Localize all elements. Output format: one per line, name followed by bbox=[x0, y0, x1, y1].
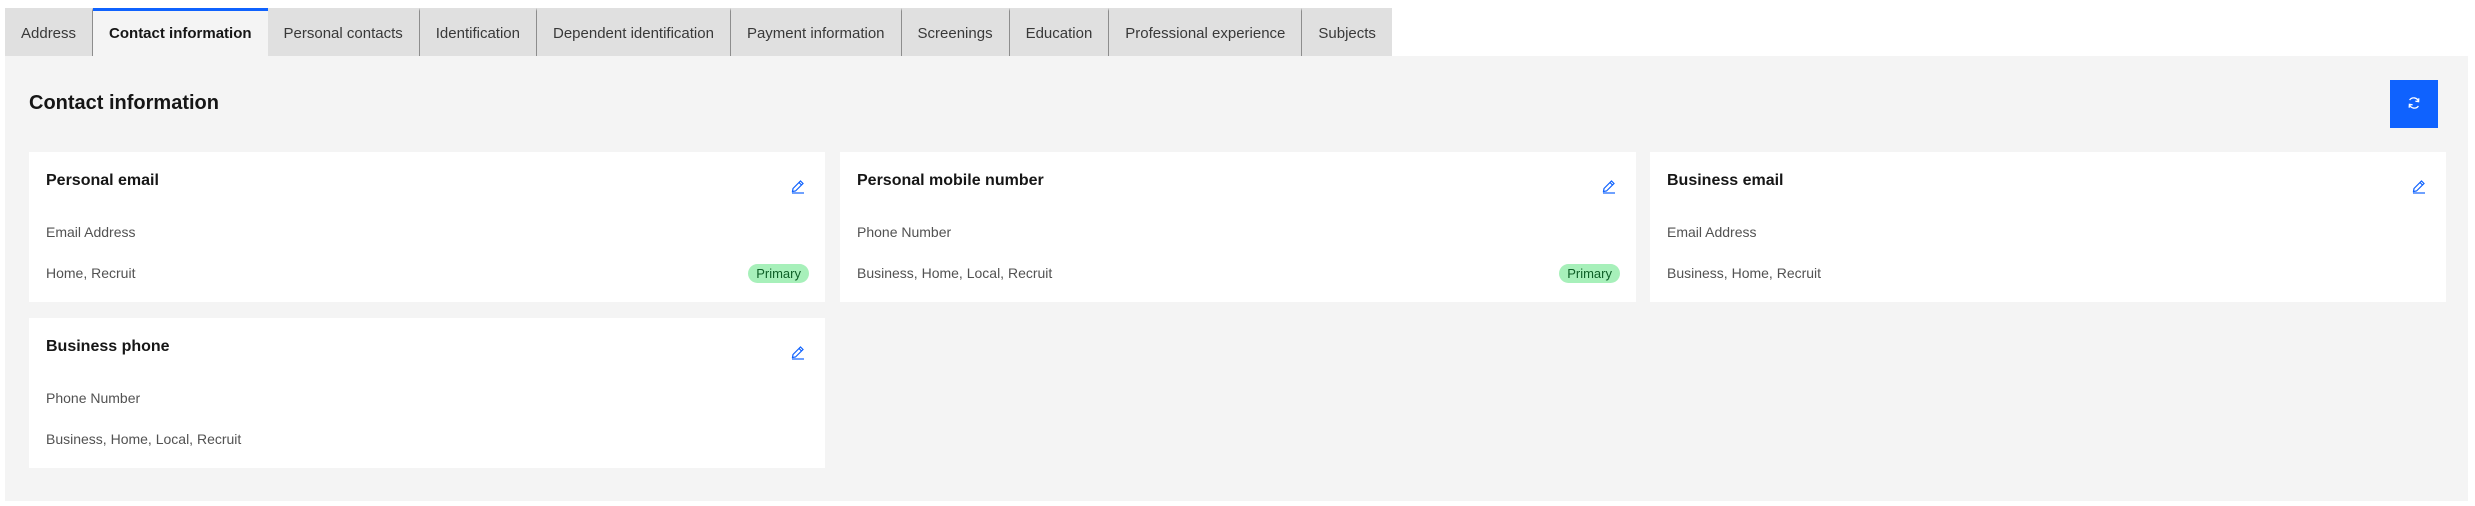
contact-type: Phone Number bbox=[46, 390, 141, 406]
card-title: Business email bbox=[1667, 172, 1784, 189]
contact-usage-tags: Home, Recruit bbox=[46, 265, 136, 281]
primary-badge: Primary bbox=[748, 264, 809, 283]
edit-button[interactable] bbox=[785, 174, 811, 200]
edit-button[interactable] bbox=[1596, 174, 1622, 200]
contact-usage-tags: Business, Home, Local, Recruit bbox=[46, 431, 242, 447]
panel-title: Contact information bbox=[29, 92, 219, 114]
card-title: Business phone bbox=[46, 338, 170, 355]
contact-card-business-phone: Business phone Phone Number Business, Ho… bbox=[29, 318, 825, 468]
primary-badge: Primary bbox=[1559, 264, 1620, 283]
edit-icon bbox=[790, 178, 806, 197]
tab-personal-contacts[interactable]: Personal contacts bbox=[267, 8, 420, 56]
tab-subjects[interactable]: Subjects bbox=[1302, 8, 1392, 56]
card-title: Personal email bbox=[46, 172, 159, 189]
edit-icon bbox=[1601, 178, 1617, 197]
contact-type: Email Address bbox=[1667, 224, 1757, 240]
refresh-icon bbox=[2406, 95, 2422, 114]
contact-card-business-email: Business email Email Address Business, H… bbox=[1650, 152, 2446, 302]
refresh-button[interactable] bbox=[2390, 80, 2438, 128]
tab-payment-information[interactable]: Payment information bbox=[730, 8, 902, 56]
tab-contact-information[interactable]: Contact information bbox=[93, 8, 268, 56]
contact-information-panel: Contact information Personal email Email… bbox=[5, 56, 2468, 501]
edit-button[interactable] bbox=[2406, 174, 2432, 200]
contact-type: Email Address bbox=[46, 224, 136, 240]
edit-button[interactable] bbox=[785, 340, 811, 366]
contact-usage-tags: Business, Home, Recruit bbox=[1667, 265, 1822, 281]
contact-card-personal-mobile-number: Personal mobile number Phone Number Busi… bbox=[840, 152, 1636, 302]
tab-screenings[interactable]: Screenings bbox=[901, 8, 1010, 56]
tab-education[interactable]: Education bbox=[1009, 8, 1110, 56]
tab-address[interactable]: Address bbox=[5, 8, 94, 56]
contact-card-personal-email: Personal email Email Address Home, Recru… bbox=[29, 152, 825, 302]
tab-dependent-identification[interactable]: Dependent identification bbox=[537, 8, 731, 56]
tab-bar: Address Contact information Personal con… bbox=[5, 8, 1392, 56]
card-title: Personal mobile number bbox=[857, 172, 1044, 189]
contact-type: Phone Number bbox=[857, 224, 952, 240]
contact-usage-tags: Business, Home, Local, Recruit bbox=[857, 265, 1053, 281]
tab-identification[interactable]: Identification bbox=[419, 8, 537, 56]
edit-icon bbox=[2411, 178, 2427, 197]
tab-professional-experience[interactable]: Professional experience bbox=[1109, 8, 1303, 56]
edit-icon bbox=[790, 344, 806, 363]
